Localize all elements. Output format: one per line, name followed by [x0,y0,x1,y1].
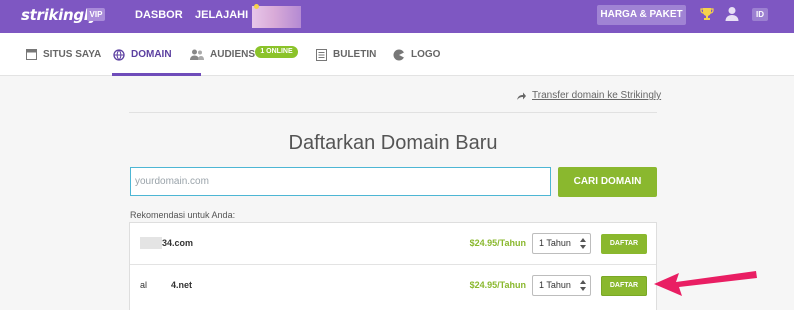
annotation-arrow-icon [654,271,757,296]
period-select[interactable]: 1 Tahun [532,275,591,296]
domain-name: al 4.net [140,279,192,291]
register-button[interactable]: DAFTAR [601,276,647,296]
tab-domain-label: DOMAIN [131,49,172,60]
transfer-domain-link-row: Transfer domain ke Strikingly [517,90,661,101]
audience-icon [190,49,204,60]
redacted-block [252,6,301,28]
period-select-value: 1 Tahun [539,238,571,248]
divider [129,112,657,113]
sub-navigation: SITUS SAYA DOMAIN AUDIENS 1 ONLINE BULET… [0,33,794,76]
period-select-value: 1 Tahun [539,280,571,290]
tab-logo[interactable]: LOGO [393,47,440,62]
page-title: Daftarkan Domain Baru [288,132,498,154]
vip-badge: VIP [87,8,105,21]
recommendations-label: Rekomendasi untuk Anda: [130,210,236,220]
select-arrows-icon [580,280,586,291]
domain-name-text: 34.com [162,238,194,248]
list-item: 34.com $24.95/Tahun 1 Tahun DAFTAR [130,223,656,265]
share-arrow-icon [517,92,526,100]
domain-icon [113,48,125,61]
period-select[interactable]: 1 Tahun [532,233,591,254]
pricing-button[interactable]: HARGA & PAKET [597,5,686,25]
domain-name-prefix: al [140,280,148,290]
search-domain-button[interactable]: CARI DOMAIN [558,167,657,197]
nav-dasbor[interactable]: DASBOR [135,9,183,21]
redacted-text [147,279,172,291]
tab-situs-saya-label: SITUS SAYA [43,49,102,60]
tab-buletin-label: BULETIN [333,49,377,60]
newsletter-icon [316,48,327,61]
select-arrows-icon [580,238,586,249]
domain-search-input[interactable] [130,167,551,196]
tab-logo-label: LOGO [411,49,441,60]
tab-audiens[interactable]: AUDIENS [190,47,255,62]
notification-dot [254,4,259,9]
tab-buletin[interactable]: BULETIN [316,47,376,62]
redacted-text [140,237,162,249]
recommendations-list: 34.com $24.95/Tahun 1 Tahun DAFTAR al 4.… [129,222,657,310]
nav-jelajahi[interactable]: JELAJAHI [195,9,248,21]
tab-situs-saya[interactable]: SITUS SAYA [26,47,101,62]
tab-domain[interactable]: DOMAIN [113,47,172,62]
domain-price: $24.95/Tahun [469,238,526,248]
top-navigation-bar: strikingly VIP DASBOR JELAJAHI HARGA & P… [0,0,794,33]
domain-price: $24.95/Tahun [469,280,526,290]
logo-icon [393,49,405,60]
domain-name-text: 4.net [171,280,193,290]
user-icon[interactable] [725,6,739,21]
transfer-domain-link[interactable]: Transfer domain ke Strikingly [532,90,661,101]
language-id-badge[interactable]: ID [752,8,768,21]
active-tab-indicator [112,73,201,76]
domain-name: 34.com [140,237,193,249]
site-icon [26,49,37,60]
tab-audiens-label: AUDIENS [210,49,256,60]
trophy-icon[interactable] [700,7,714,21]
online-count-badge: 1 ONLINE [255,46,298,58]
list-item: al 4.net $24.95/Tahun 1 Tahun DAFTAR [130,265,656,307]
register-button[interactable]: DAFTAR [601,234,647,254]
